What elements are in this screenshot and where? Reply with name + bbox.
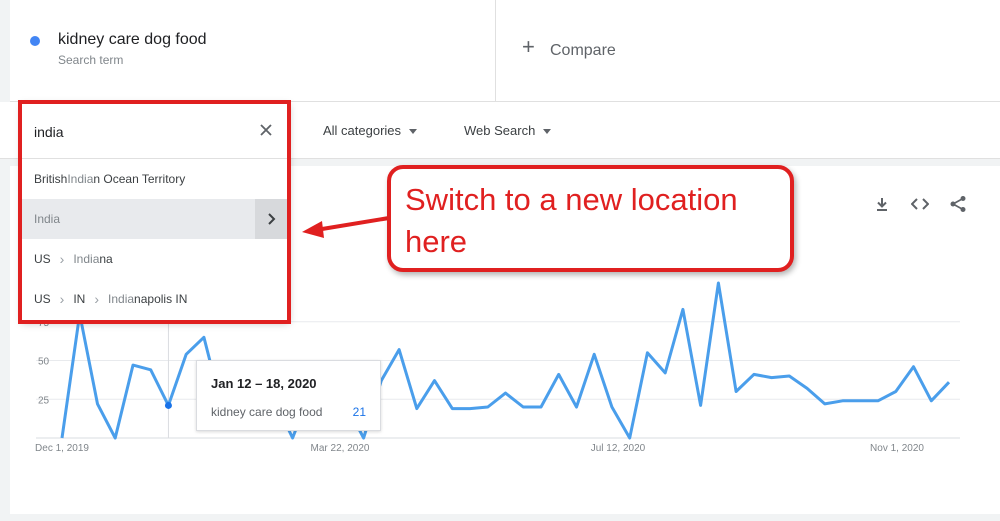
annotation-callout: Switch to a new location here xyxy=(387,165,794,272)
callout-text: Switch to a new location here xyxy=(405,182,738,259)
